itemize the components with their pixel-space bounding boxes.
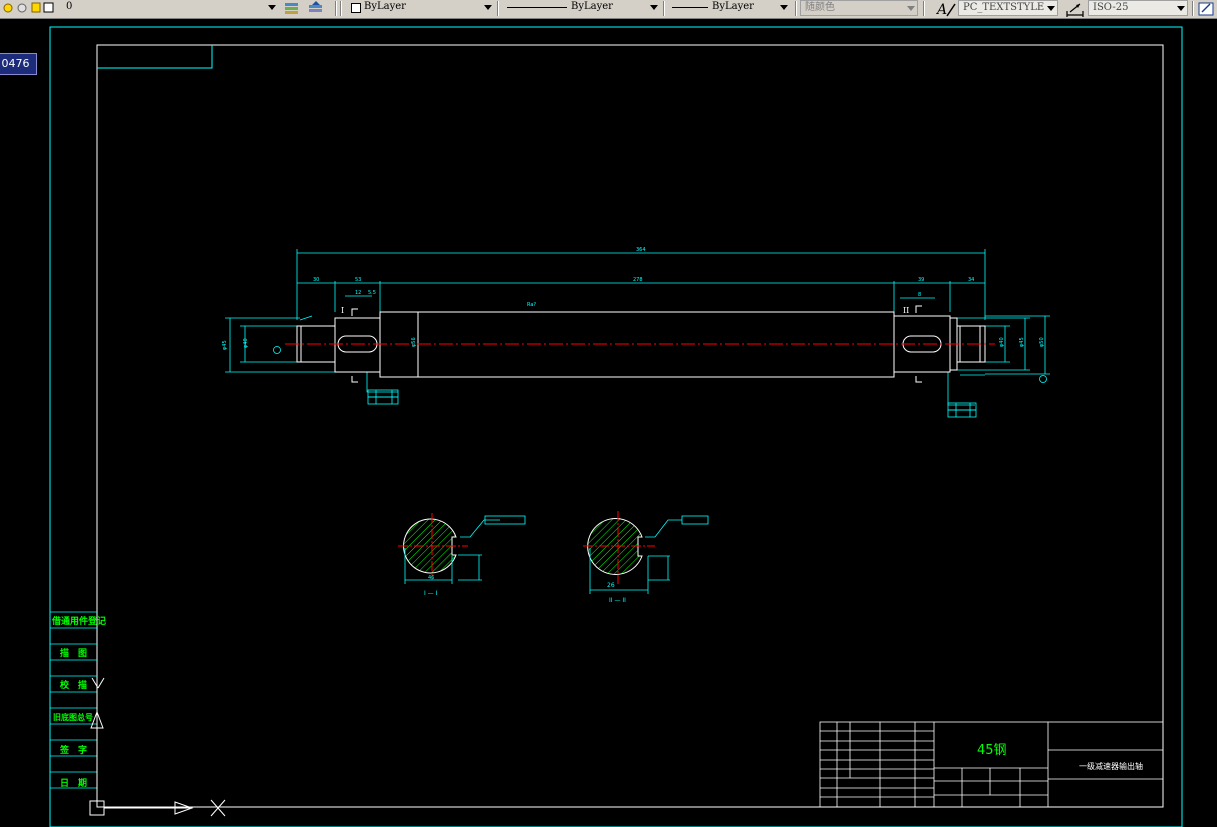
toolbar-separator <box>497 1 499 16</box>
chevron-down-icon <box>650 5 658 10</box>
linetype-control-value: ByLayer <box>571 1 613 12</box>
table-style-icon[interactable] <box>1197 0 1217 18</box>
material-label: 45钢 <box>977 743 1007 758</box>
color-control-dropdown[interactable]: ByLayer <box>346 0 494 16</box>
toolbar-separator <box>923 1 925 16</box>
svg-text:φ50: φ50 <box>1039 337 1045 347</box>
chevron-down-icon <box>1047 6 1055 11</box>
svg-text:φ45: φ45 <box>222 340 228 350</box>
svg-text:II: II <box>903 306 909 315</box>
svg-text:A: A <box>935 2 947 18</box>
svg-text:φ56: φ56 <box>411 337 417 347</box>
side-table-row: 签 字 <box>60 746 88 756</box>
tolerance-frames <box>273 346 1047 418</box>
plot-style-dropdown: 随颜色 <box>800 0 918 16</box>
dim-style-value: ISO-25 <box>1093 2 1129 13</box>
toolbar-separator <box>795 1 797 16</box>
dimension-text: 26 <box>607 582 615 589</box>
layer-dropdown[interactable]: 0 <box>62 0 278 16</box>
lineweight-sample-icon <box>672 7 708 8</box>
svg-text:278: 278 <box>633 277 643 283</box>
linetype-sample-icon <box>507 7 567 8</box>
dimension-text: 46 <box>428 575 434 581</box>
section-marker-text: I II <box>341 306 909 315</box>
layer-state-icons[interactable] <box>2 0 64 16</box>
part-name-label: 一级减速器输出轴 <box>1079 762 1143 771</box>
svg-text:φ40: φ40 <box>243 338 249 348</box>
svg-text:I: I <box>341 306 344 315</box>
chevron-down-icon <box>780 5 788 10</box>
section-label-1: I — I <box>424 590 438 597</box>
side-table <box>50 611 97 789</box>
text-style-icon[interactable]: A <box>933 0 957 18</box>
ucs-icon <box>89 677 226 817</box>
toolbar-separator <box>340 1 342 16</box>
section-label-2: II — II <box>609 597 626 604</box>
chevron-down-icon <box>1177 6 1185 11</box>
dim-style-dropdown[interactable]: ISO-25 <box>1088 0 1188 16</box>
svg-text:Ra?: Ra? <box>527 302 536 308</box>
svg-text:30: 30 <box>313 277 319 283</box>
linetype-control-dropdown[interactable]: ByLayer <box>503 0 660 16</box>
color-swatch-icon <box>351 3 361 13</box>
svg-text:34: 34 <box>968 277 974 283</box>
layer-manager-icon[interactable] <box>282 0 302 16</box>
svg-text:53: 53 <box>355 277 361 283</box>
section-view-2: 26 <box>583 511 709 594</box>
side-table-row: 校 描 <box>60 681 88 691</box>
svg-text:39: 39 <box>918 277 924 283</box>
layer-previous-icon[interactable] <box>306 0 326 16</box>
properties-toolbar: 0 ByLayer ByLayer ByLayer 随颜色 A PC_TEXTS… <box>0 0 1217 19</box>
chevron-down-icon <box>484 5 492 10</box>
side-table-row: 借通用件登记 <box>52 617 107 627</box>
layer-name: 0 <box>66 1 73 12</box>
section-view-1: 46 <box>398 513 526 584</box>
outer-frame <box>49 26 1183 827</box>
lineweight-control-value: ByLayer <box>712 1 754 12</box>
plot-style-value: 随颜色 <box>805 2 835 13</box>
svg-text:φ45: φ45 <box>1019 337 1025 347</box>
text-style-dropdown[interactable]: PC_TEXTSTYLE <box>958 0 1058 16</box>
toolbar-separator <box>335 1 337 16</box>
toolbar-separator <box>663 1 665 16</box>
text-style-value: PC_TEXTSTYLE <box>963 2 1045 13</box>
dim-style-icon[interactable] <box>1064 0 1086 18</box>
side-table-row: 旧底图总号 <box>53 713 93 722</box>
top-left-label-box <box>97 45 213 69</box>
color-control-value: ByLayer <box>364 1 406 12</box>
lineweight-control-dropdown[interactable]: ByLayer <box>668 0 790 16</box>
svg-text:5.5: 5.5 <box>368 290 376 296</box>
chevron-down-icon <box>907 6 915 11</box>
chevron-down-icon <box>268 5 276 10</box>
svg-text:12: 12 <box>355 290 361 296</box>
toolbar-separator <box>1192 1 1194 16</box>
svg-text:8: 8 <box>918 292 921 298</box>
dimension-lines <box>225 249 1050 406</box>
drawing-canvas[interactable]: 364 30 53 278 39 34 12 5.5 8 Ra? φ45 φ40… <box>0 19 1217 827</box>
dimension-text: 364 30 53 278 39 34 12 5.5 8 Ra? φ45 φ40… <box>222 247 1045 350</box>
side-table-row: 日 期 <box>60 779 88 789</box>
svg-text:φ40: φ40 <box>999 337 1005 347</box>
inner-frame <box>96 44 1164 808</box>
svg-text:364: 364 <box>636 247 646 253</box>
side-table-row: 描 图 <box>60 649 88 659</box>
